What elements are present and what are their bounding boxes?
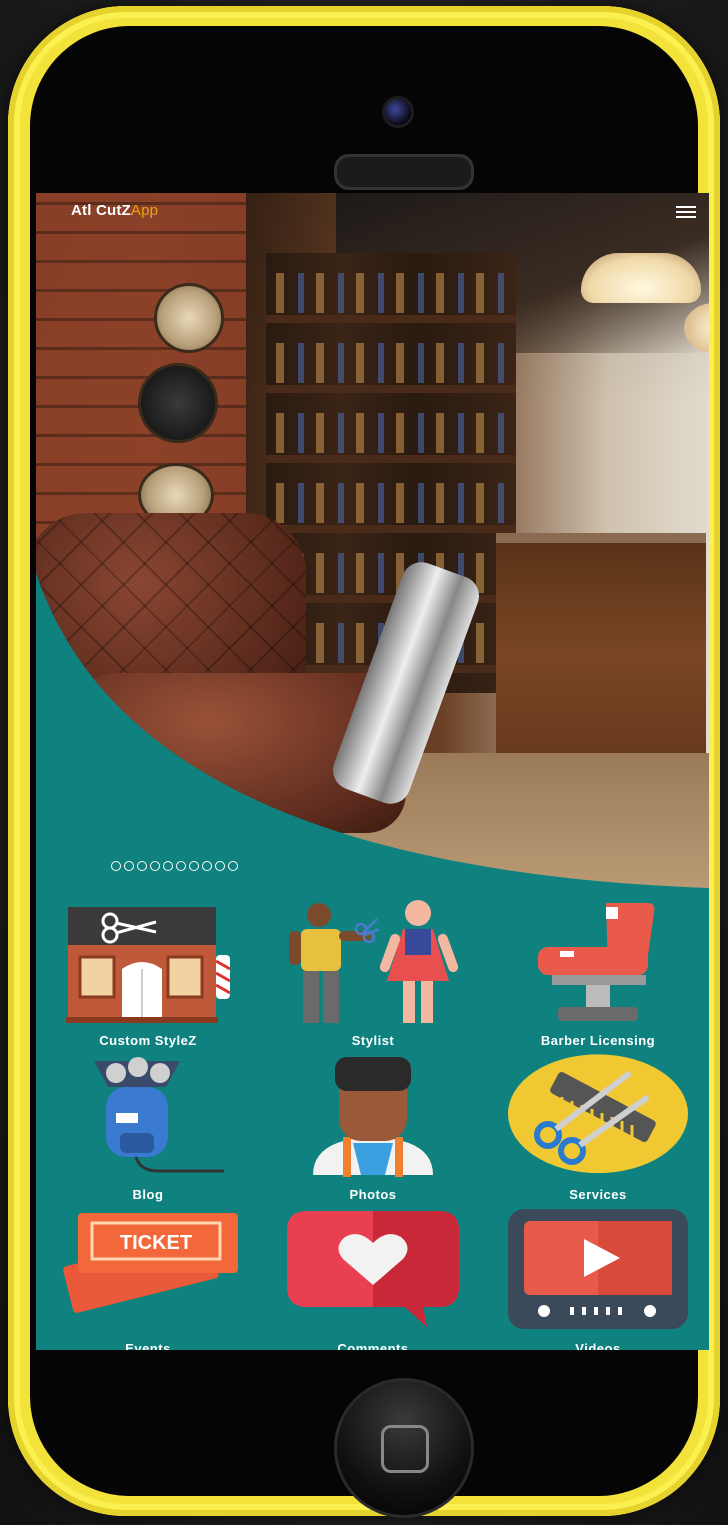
barber-chair-icon — [538, 903, 655, 1021]
tile-label: Barber Licensing — [540, 1033, 656, 1048]
carousel-indicators — [111, 861, 238, 871]
tile-comments[interactable]: Comments — [273, 1207, 473, 1350]
tile-blog[interactable]: Blog — [48, 1053, 248, 1202]
tile-custom-stylez[interactable]: Custom StyleZ — [48, 899, 248, 1048]
tile-label: Comments — [337, 1341, 409, 1350]
carousel-dot[interactable] — [215, 861, 225, 871]
carousel-dot[interactable] — [189, 861, 199, 871]
earpiece-speaker — [334, 154, 474, 190]
comb-scissors-icon — [508, 1054, 688, 1174]
tile-events[interactable]: TICKET Events — [48, 1207, 248, 1350]
teal-curve-overlay — [36, 573, 709, 893]
tile-label: Services — [569, 1187, 627, 1202]
heart-speech-bubble-icon — [287, 1211, 459, 1327]
ticket-icon: TICKET — [63, 1213, 238, 1313]
svg-text:TICKET: TICKET — [120, 1232, 192, 1254]
tile-label: Videos — [575, 1341, 621, 1350]
app-brand-title[interactable]: Atl CutZApp — [71, 202, 158, 219]
carousel-dot[interactable] — [150, 861, 160, 871]
tile-videos[interactable]: Videos — [498, 1207, 698, 1350]
carousel-dot[interactable] — [124, 861, 134, 871]
video-player-icon — [508, 1209, 688, 1329]
tile-label: Blog — [132, 1187, 164, 1202]
tile-stylist[interactable]: Stylist — [273, 899, 473, 1048]
stylist-couple-icon — [289, 900, 459, 1023]
electric-shaver-icon — [94, 1057, 224, 1173]
barbershop-storefront-icon — [66, 907, 231, 1023]
tile-label: Events — [125, 1341, 171, 1350]
carousel-dot[interactable] — [228, 861, 238, 871]
tile-label: Custom StyleZ — [99, 1033, 197, 1048]
tile-photos[interactable]: Photos — [273, 1053, 473, 1202]
home-square-icon — [381, 1425, 429, 1473]
carousel-dot[interactable] — [111, 861, 121, 871]
carousel-dot[interactable] — [176, 861, 186, 871]
carousel-dot[interactable] — [202, 861, 212, 871]
tile-label: Photos — [349, 1187, 397, 1202]
home-button[interactable] — [334, 1378, 474, 1518]
tile-barber-licensing[interactable]: Barber Licensing — [498, 899, 698, 1048]
carousel-dot[interactable] — [137, 861, 147, 871]
brand-main: Atl CutZ — [71, 202, 131, 219]
front-camera — [382, 96, 414, 128]
app-screen: Atl CutZApp Custom StyleZ Stylist Barber… — [36, 193, 709, 1350]
tile-services[interactable]: Services — [498, 1053, 698, 1202]
carousel-dot[interactable] — [163, 861, 173, 871]
tile-label: Stylist — [351, 1033, 395, 1048]
barber-person-icon — [313, 1057, 433, 1177]
hamburger-menu-icon[interactable] — [676, 206, 696, 218]
brand-accent: App — [130, 202, 159, 219]
